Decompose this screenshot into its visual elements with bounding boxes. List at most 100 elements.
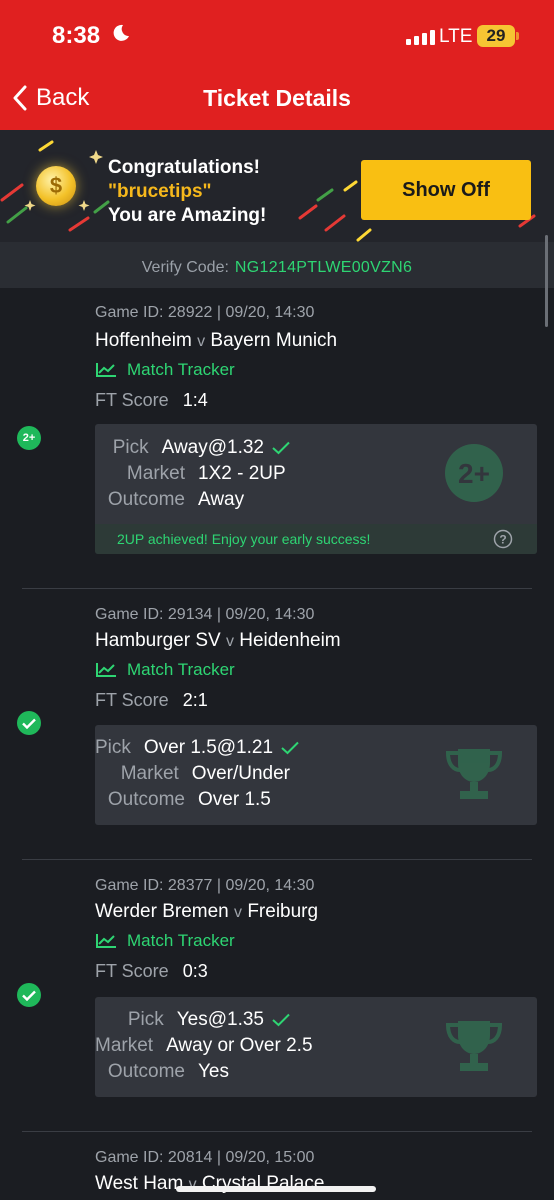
two-up-note: 2UP achieved! Enjoy your early success! … — [95, 524, 537, 554]
game-id-line: Game ID: 28922 | 09/20, 14:30 — [95, 304, 315, 321]
match-tracker-link[interactable]: Match Tracker — [95, 660, 235, 680]
svg-text:?: ? — [499, 533, 506, 547]
page-title: Ticket Details — [203, 85, 351, 111]
away-team: Freiburg — [247, 901, 319, 922]
congrats-text: Congratulations! "brucetips" You are Ama… — [108, 156, 266, 228]
congrats-title: Congratulations! — [108, 157, 260, 178]
outcome-label: Outcome — [107, 789, 185, 810]
trend-chart-icon — [96, 934, 116, 948]
home-team: West Ham — [95, 1173, 184, 1194]
away-team: Bayern Munich — [210, 330, 338, 351]
pick-value: Yes@1.35 — [176, 1009, 264, 1030]
market-value: Away or Over 2.5 — [166, 1035, 313, 1056]
trophy-watermark-icon — [445, 749, 503, 799]
check-icon — [272, 1013, 290, 1027]
check-icon — [272, 441, 290, 455]
home-team: Hoffenheim — [95, 330, 192, 351]
game-id-line: Game ID: 20814 | 09/20, 15:00 — [95, 1149, 315, 1166]
pick-row: Pick Over 1.5@1.21 — [95, 737, 299, 759]
two-up-badge-icon: 2+ — [17, 426, 41, 450]
home-team: Werder Bremen — [95, 901, 229, 922]
win-check-icon — [17, 983, 41, 1007]
market-row: Market Away or Over 2.5 — [95, 1035, 313, 1057]
status-time: 8:38 — [52, 22, 101, 49]
pick-box: Pick Over 1.5@1.21 Market Over/Under Out… — [95, 725, 537, 825]
nav-bar: Back Ticket Details — [0, 68, 554, 130]
battery-icon: 29 — [477, 25, 519, 47]
outcome-label: Outcome — [107, 489, 185, 510]
versus-label: v — [234, 904, 243, 921]
outcome-label: Outcome — [107, 1061, 185, 1082]
congrats-banner: $ Congratulations! "brucetips" You are A… — [0, 130, 554, 242]
pick-box: Pick Yes@1.35 Market Away or Over 2.5 Ou… — [95, 997, 537, 1097]
match-tracker-label: Match Tracker — [127, 360, 235, 379]
network-label: LTE — [439, 26, 473, 47]
match-tracker-label: Match Tracker — [127, 660, 235, 679]
svg-text:2+: 2+ — [458, 458, 490, 489]
verify-label: Verify Code: — [141, 259, 229, 276]
pick-label: Pick — [95, 737, 131, 758]
pick-label: Pick — [112, 437, 149, 458]
verify-code-row: Verify Code: NG1214PTLWE00VZN6 — [0, 242, 554, 288]
ft-score: FT Score 1:4 — [95, 390, 208, 411]
status-bar: 8:38 LTE 29 — [0, 0, 554, 68]
trend-chart-icon — [96, 363, 116, 377]
outcome-value: Yes — [198, 1061, 229, 1082]
outcome-row: Outcome Yes — [95, 1061, 290, 1083]
teams-line: Hoffenheim v Bayern Munich — [95, 330, 337, 352]
away-team: Heidenheim — [239, 630, 341, 651]
game-id-line: Game ID: 29134 | 09/20, 14:30 — [95, 606, 315, 623]
two-up-note-text: 2UP achieved! Enjoy your early success! — [117, 531, 371, 547]
pick-value: Over 1.5@1.21 — [143, 737, 274, 758]
help-icon[interactable]: ? — [493, 529, 513, 549]
outcome-value: Away — [198, 489, 245, 510]
ft-score: FT Score 2:1 — [95, 690, 208, 711]
teams-line: Hamburger SV v Heidenheim — [95, 630, 341, 652]
pick-label: Pick — [127, 1009, 164, 1030]
market-label: Market — [126, 463, 185, 484]
game-id-line: Game ID: 28377 | 09/20, 14:30 — [95, 877, 315, 894]
ft-score-label: FT Score — [95, 390, 169, 410]
pick-box: 2+ Pick Away@1.32 Market 1X2 - 2UP Outco… — [95, 424, 537, 554]
home-indicator[interactable] — [176, 1186, 376, 1192]
signal-icon — [406, 30, 435, 45]
game-card: Game ID: 29134 | 09/20, 14:30 Hamburger … — [0, 588, 554, 858]
ft-score-value: 2:1 — [182, 690, 208, 710]
market-label: Market — [120, 763, 179, 784]
outcome-row: Outcome Over 1.5 — [95, 789, 290, 811]
ft-score: FT Score 0:3 — [95, 961, 208, 982]
verify-code[interactable]: NG1214PTLWE00VZN6 — [235, 259, 412, 276]
market-label: Market — [95, 1035, 154, 1056]
trophy-watermark-icon — [445, 1021, 503, 1071]
win-check-icon — [17, 711, 41, 735]
versus-label: v — [225, 633, 234, 650]
trend-chart-icon — [96, 663, 116, 677]
versus-label: v — [197, 333, 206, 350]
coin-icon: $ — [36, 166, 76, 206]
ft-score-value: 0:3 — [182, 961, 208, 981]
outcome-value: Over 1.5 — [198, 789, 271, 810]
market-value: Over/Under — [191, 763, 290, 784]
market-row: Market Over/Under — [95, 763, 290, 785]
ft-score-label: FT Score — [95, 690, 169, 710]
two-up-watermark-icon: 2+ — [445, 444, 503, 502]
match-tracker-link[interactable]: Match Tracker — [95, 931, 235, 951]
game-card: Game ID: 28922 | 09/20, 14:30 Hoffenheim… — [0, 288, 554, 588]
pick-value: Away@1.32 — [161, 437, 264, 458]
market-value: 1X2 - 2UP — [198, 463, 286, 484]
ft-score-label: FT Score — [95, 961, 169, 981]
show-off-button[interactable]: Show Off — [361, 160, 531, 220]
congrats-username: "brucetips" — [108, 181, 212, 202]
moon-icon — [113, 24, 129, 41]
pick-row: Pick Yes@1.35 — [95, 1009, 290, 1031]
check-icon — [281, 741, 299, 755]
teams-line: Werder Bremen v Freiburg — [95, 901, 318, 923]
market-row: Market 1X2 - 2UP — [95, 463, 290, 485]
match-tracker-link[interactable]: Match Tracker — [95, 360, 235, 380]
outcome-row: Outcome Away — [95, 489, 290, 511]
home-team: Hamburger SV — [95, 630, 221, 651]
congrats-subtitle: You are Amazing! — [108, 205, 267, 226]
game-card: Game ID: 28377 | 09/20, 14:30 Werder Bre… — [0, 859, 554, 1131]
pick-row: Pick Away@1.32 — [95, 437, 290, 459]
ft-score-value: 1:4 — [182, 390, 208, 410]
